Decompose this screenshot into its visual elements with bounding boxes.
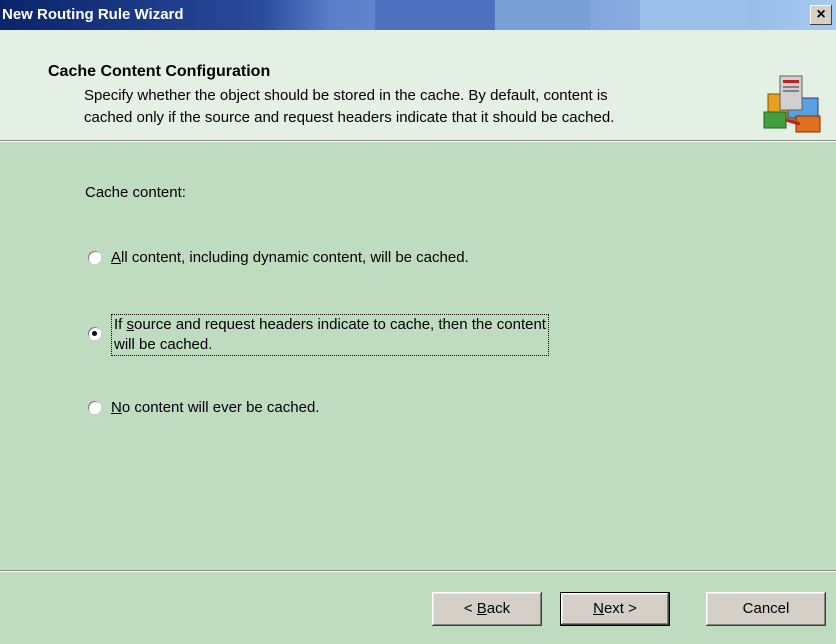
page-description: Specify whether the object should be sto…: [84, 85, 734, 129]
page-title: Cache Content Configuration: [48, 63, 271, 80]
title-bar-band: [495, 0, 590, 30]
cancel-button[interactable]: Cancel: [706, 592, 826, 626]
radio-label[interactable]: If source and request headers indicate t…: [111, 314, 549, 356]
routing-rule-icon: [763, 75, 821, 133]
cache-content-label: Cache content:: [85, 184, 186, 201]
title-bar: New Routing Rule Wizard ×: [0, 0, 836, 30]
wizard-header: Cache Content Configuration Specify whet…: [0, 30, 836, 140]
radio-label[interactable]: No content will ever be cached.: [111, 398, 319, 418]
radio-label[interactable]: All content, including dynamic content, …: [111, 248, 469, 268]
description-line: cached only if the source and request he…: [84, 109, 615, 126]
title-bar-band: [640, 0, 750, 30]
radio-all-content[interactable]: All content, including dynamic content, …: [88, 248, 469, 268]
radio-button[interactable]: [88, 401, 101, 414]
next-button[interactable]: Next >: [560, 592, 670, 626]
wizard-content: Cache content: All content, including dy…: [0, 142, 836, 570]
back-button[interactable]: < Back: [432, 592, 542, 626]
close-button[interactable]: ×: [810, 5, 832, 25]
radio-button-selected[interactable]: [88, 327, 101, 340]
radio-headers-indicate[interactable]: If source and request headers indicate t…: [88, 314, 549, 356]
title-bar-band: [375, 0, 495, 30]
window-title: New Routing Rule Wizard: [2, 6, 184, 23]
radio-button[interactable]: [88, 251, 101, 264]
wizard-footer: < Back Next > Cancel: [0, 572, 836, 644]
radio-no-content[interactable]: No content will ever be cached.: [88, 398, 319, 418]
description-line: Specify whether the object should be sto…: [84, 87, 608, 104]
